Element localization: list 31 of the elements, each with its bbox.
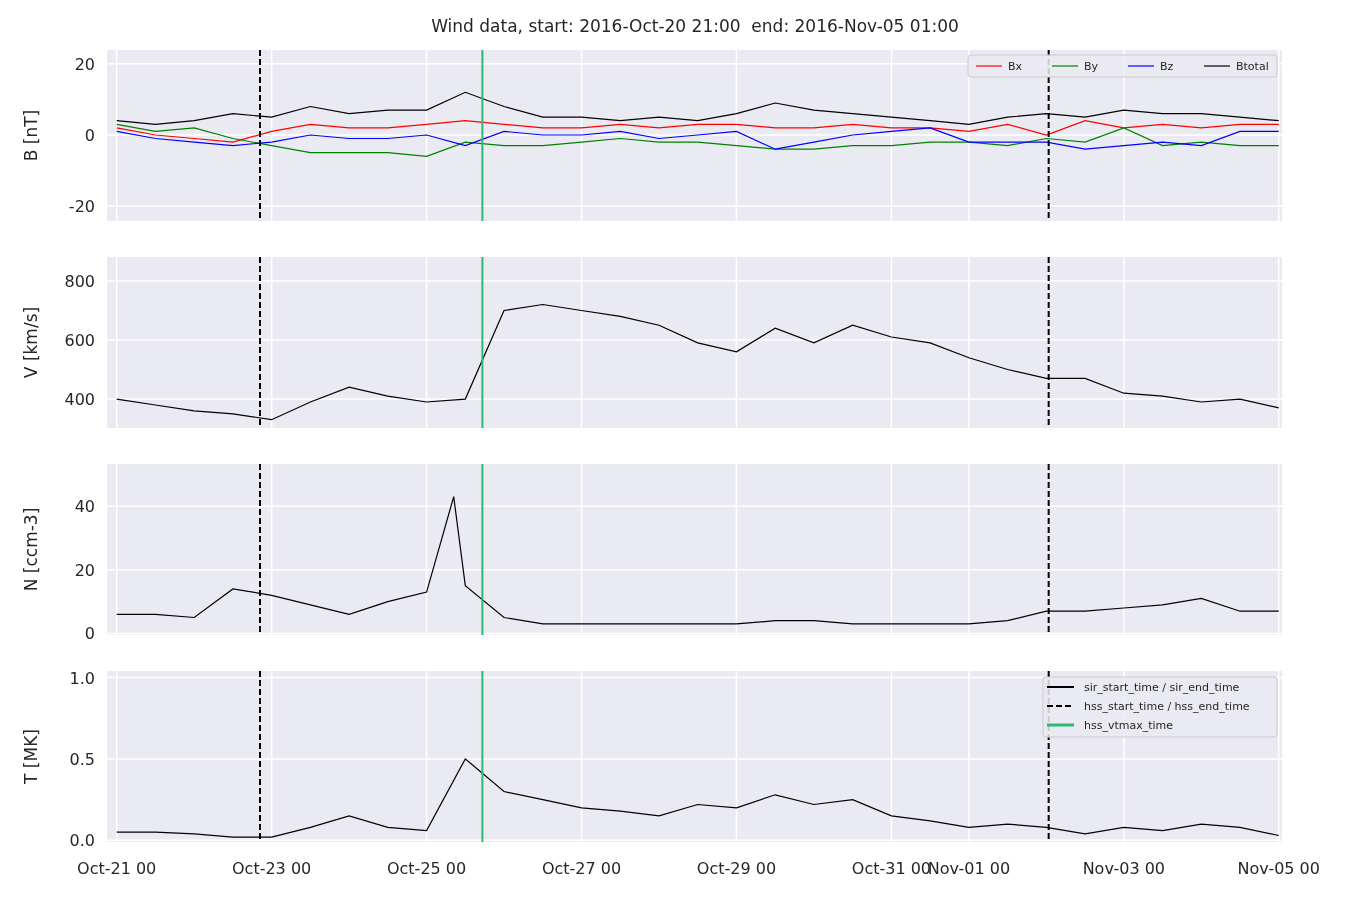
legend-label: hss_start_time / hss_end_time: [1084, 700, 1250, 713]
legend-label: By: [1084, 60, 1099, 73]
tick-label: Nov-03 00: [1082, 859, 1165, 878]
legend-label: Bz: [1160, 60, 1174, 73]
tick-label: 1.0: [69, 671, 95, 688]
axis-label: B [nT]: [21, 109, 41, 162]
axis-label: V [km/s]: [21, 306, 41, 379]
tick-label: 20: [74, 54, 95, 74]
tick-label: 600: [64, 331, 95, 350]
tick-label: Oct-27 00: [541, 859, 622, 878]
chart-title: Wind data, start: 2016-Oct-20 21:00 end: 2016-Nov-05 01:00: [431, 16, 959, 36]
tick-label: 0.0: [69, 831, 95, 851]
tick-label: Nov-05 00: [1237, 859, 1320, 878]
tick-label: 40: [74, 497, 95, 517]
tick-label: 0.5: [69, 749, 95, 769]
tick-label: Oct-29 00: [696, 859, 777, 878]
legend-label: sir_start_time / sir_end_time: [1084, 681, 1240, 694]
axis-label: T [MK]: [21, 729, 41, 784]
tick-label: Oct-25 00: [386, 859, 467, 878]
tick-label: -20: [68, 197, 95, 217]
tick-label: 0: [84, 125, 95, 145]
legend-label: Bx: [1008, 60, 1023, 73]
tick-label: 400: [64, 390, 95, 410]
tick-label: 20: [74, 560, 95, 580]
legend-label: Btotal: [1236, 60, 1269, 73]
axis-label: N [ccm-3]: [21, 507, 41, 592]
tick-label: 800: [64, 271, 95, 291]
tick-label: 0: [84, 624, 95, 644]
legend-label: hss_vtmax_time: [1084, 719, 1174, 732]
tick-label: Oct-21 00: [77, 859, 157, 878]
tick-label: Oct-23 00: [232, 859, 312, 878]
